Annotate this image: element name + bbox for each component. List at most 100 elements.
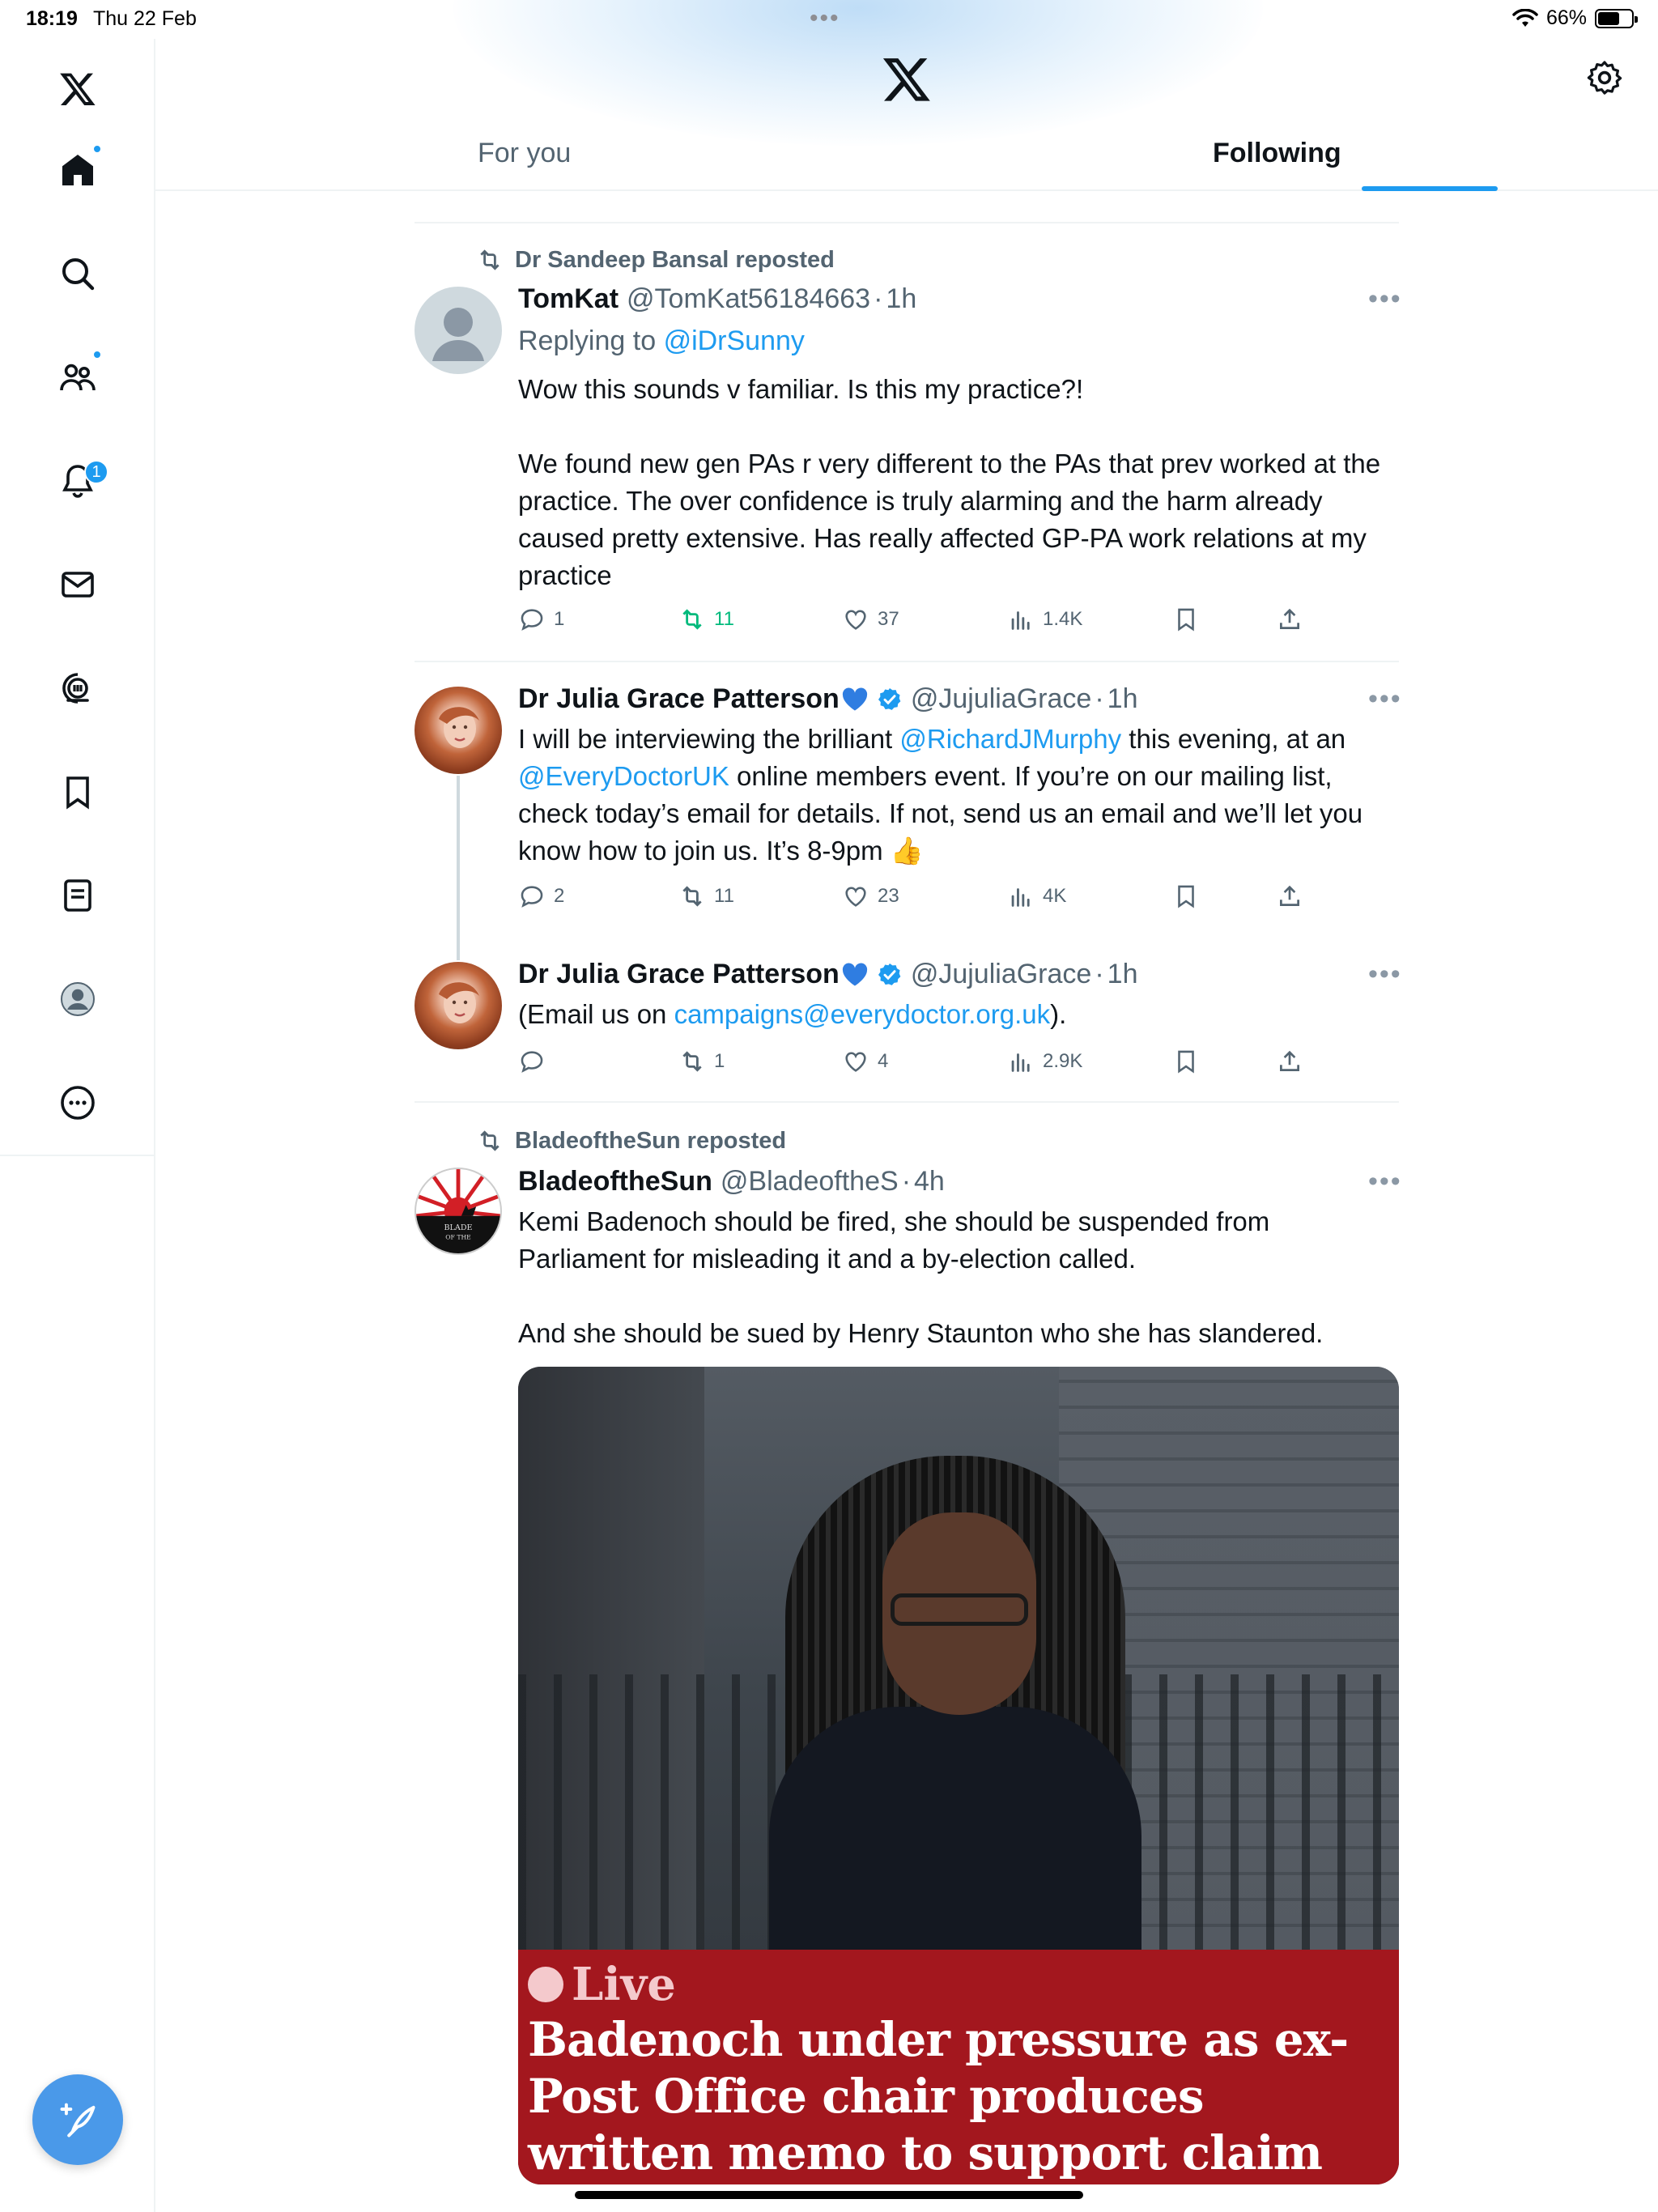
notifications-icon[interactable]: 1 <box>45 449 110 513</box>
heart-icon <box>845 887 866 907</box>
repost-icon <box>480 249 500 270</box>
reply-button[interactable]: 1 <box>518 606 564 633</box>
status-right: 66% <box>1512 6 1638 30</box>
share-button[interactable] <box>1276 883 1303 910</box>
views-button[interactable]: 4K <box>1007 883 1066 910</box>
verified-badge-icon[interactable] <box>877 962 903 988</box>
bookmark-button[interactable] <box>1172 883 1200 910</box>
email-link[interactable]: campaigns@everydoctor.org.uk <box>674 999 1051 1029</box>
tab-following[interactable]: Following <box>1213 138 1341 169</box>
bookmark-button[interactable] <box>1172 606 1200 633</box>
communities-notification-dot <box>92 350 102 359</box>
timeline-tabs: For you Following <box>155 121 1658 191</box>
reply-button[interactable]: 2 <box>518 883 564 910</box>
time-separator: · <box>1095 683 1104 714</box>
views-button[interactable]: 2.9K <box>1007 1048 1082 1075</box>
author-name[interactable]: Dr Julia Grace Patterson <box>518 959 840 990</box>
media-glasses <box>891 1593 1028 1626</box>
avatar[interactable] <box>414 962 502 1049</box>
time-separator: · <box>901 1166 912 1197</box>
post-more-icon[interactable]: ••• <box>1368 959 1402 990</box>
avatar[interactable] <box>414 287 502 374</box>
default-avatar-icon <box>432 308 484 361</box>
multitasking-dots-icon[interactable]: ••• <box>810 5 840 32</box>
post-time[interactable]: 1h <box>1107 683 1138 715</box>
home-icon[interactable] <box>45 138 110 202</box>
more-icon[interactable] <box>45 1070 110 1135</box>
profile-icon[interactable] <box>45 967 110 1032</box>
settings-gear-icon[interactable] <box>1585 58 1624 97</box>
verified-badge-icon[interactable] <box>877 687 903 713</box>
post-paragraph: We found new gen PAs r very different to… <box>518 449 1381 590</box>
post-more-icon[interactable]: ••• <box>1368 683 1402 715</box>
replying-to: Replying to @iDrSunny <box>518 325 805 357</box>
grok-icon[interactable] <box>45 656 110 721</box>
post-time[interactable]: 4h <box>914 1166 945 1197</box>
status-bar: 18:19 Thu 22 Feb ••• 66% <box>0 0 1658 39</box>
author-handle[interactable]: @TomKat56184663 <box>627 283 870 315</box>
mention-link[interactable]: @EveryDoctorUK <box>518 761 729 791</box>
sidebar-divider <box>0 1155 155 1156</box>
bookmark-button[interactable] <box>1172 1048 1200 1075</box>
sidebar: 1 <box>0 39 155 2212</box>
post-more-icon[interactable]: ••• <box>1368 1166 1402 1197</box>
wifi-icon <box>1512 8 1538 27</box>
like-button[interactable]: 4 <box>842 1048 888 1075</box>
repost-button[interactable]: 11 <box>678 606 734 633</box>
post-media-image[interactable]: Live Badenoch under pressure as ex-Post … <box>518 1367 1399 2184</box>
avatar-face <box>439 982 479 1023</box>
repost-button[interactable]: 1 <box>678 1048 725 1075</box>
post-divider <box>414 222 1399 223</box>
compose-button[interactable] <box>32 2074 123 2165</box>
share-icon <box>1280 1050 1299 1071</box>
avatar[interactable]: BLADE OF THE <box>414 1168 502 1255</box>
like-button[interactable]: 23 <box>842 883 899 910</box>
like-count: 23 <box>878 885 899 907</box>
tab-for-you[interactable]: For you <box>478 138 571 169</box>
views-count: 1.4K <box>1043 608 1083 630</box>
post-time[interactable]: 1h <box>1107 959 1138 990</box>
post-author-row: Dr Julia Grace Patterson @JujuliaGrace ·… <box>518 683 1137 715</box>
status-time: 18:19 <box>26 7 78 30</box>
reply-button[interactable] <box>518 1048 554 1075</box>
post-actions: 2 11 23 4K <box>518 883 1328 915</box>
blue-heart-icon <box>842 687 867 711</box>
views-button[interactable]: 1.4K <box>1007 606 1082 633</box>
bookmarks-icon[interactable] <box>45 759 110 824</box>
repost-icon <box>682 1051 702 1072</box>
time-separator: · <box>874 283 883 314</box>
repost-count: 11 <box>714 885 734 907</box>
views-count: 2.9K <box>1043 1050 1083 1072</box>
views-count: 4K <box>1043 885 1067 907</box>
share-button[interactable] <box>1276 606 1303 633</box>
x-header-logo-icon[interactable] <box>881 53 933 105</box>
mention-link[interactable]: @RichardJMurphy <box>899 724 1121 754</box>
x-logo-icon[interactable] <box>45 57 110 121</box>
rising-sun-logo-icon: BLADE OF THE <box>416 1169 500 1253</box>
avatar[interactable] <box>414 687 502 774</box>
author-handle[interactable]: @JujuliaGrace <box>911 683 1092 715</box>
author-handle[interactable]: @JujuliaGrace <box>911 959 1092 990</box>
notifications-badge: 1 <box>84 460 108 484</box>
author-name[interactable]: TomKat <box>518 283 619 315</box>
author-name[interactable]: BladeoftheSun <box>518 1166 712 1197</box>
post-time[interactable]: 1h <box>886 283 916 315</box>
bookmark-icon <box>1178 608 1194 632</box>
share-button[interactable] <box>1276 1048 1303 1075</box>
lists-icon[interactable] <box>45 863 110 928</box>
media-headline: Badenoch under pressure as ex-Post Offic… <box>528 2012 1349 2184</box>
home-indicator[interactable] <box>575 2191 1083 2199</box>
post-more-icon[interactable]: ••• <box>1368 283 1402 315</box>
repost-button[interactable]: 11 <box>678 883 734 910</box>
search-icon[interactable] <box>45 241 110 306</box>
author-handle[interactable]: @BladeoftheS <box>721 1166 899 1197</box>
replying-mention-link[interactable]: @iDrSunny <box>664 325 805 356</box>
messages-icon[interactable] <box>45 552 110 617</box>
heart-icon <box>845 1052 866 1072</box>
avatar-text: OF THE <box>445 1234 471 1241</box>
repost-icon <box>682 886 702 907</box>
author-name[interactable]: Dr Julia Grace Patterson <box>518 683 840 715</box>
repost-label: BladeoftheSun reposted <box>515 1127 787 1154</box>
communities-icon[interactable] <box>45 345 110 410</box>
like-button[interactable]: 37 <box>842 606 899 633</box>
